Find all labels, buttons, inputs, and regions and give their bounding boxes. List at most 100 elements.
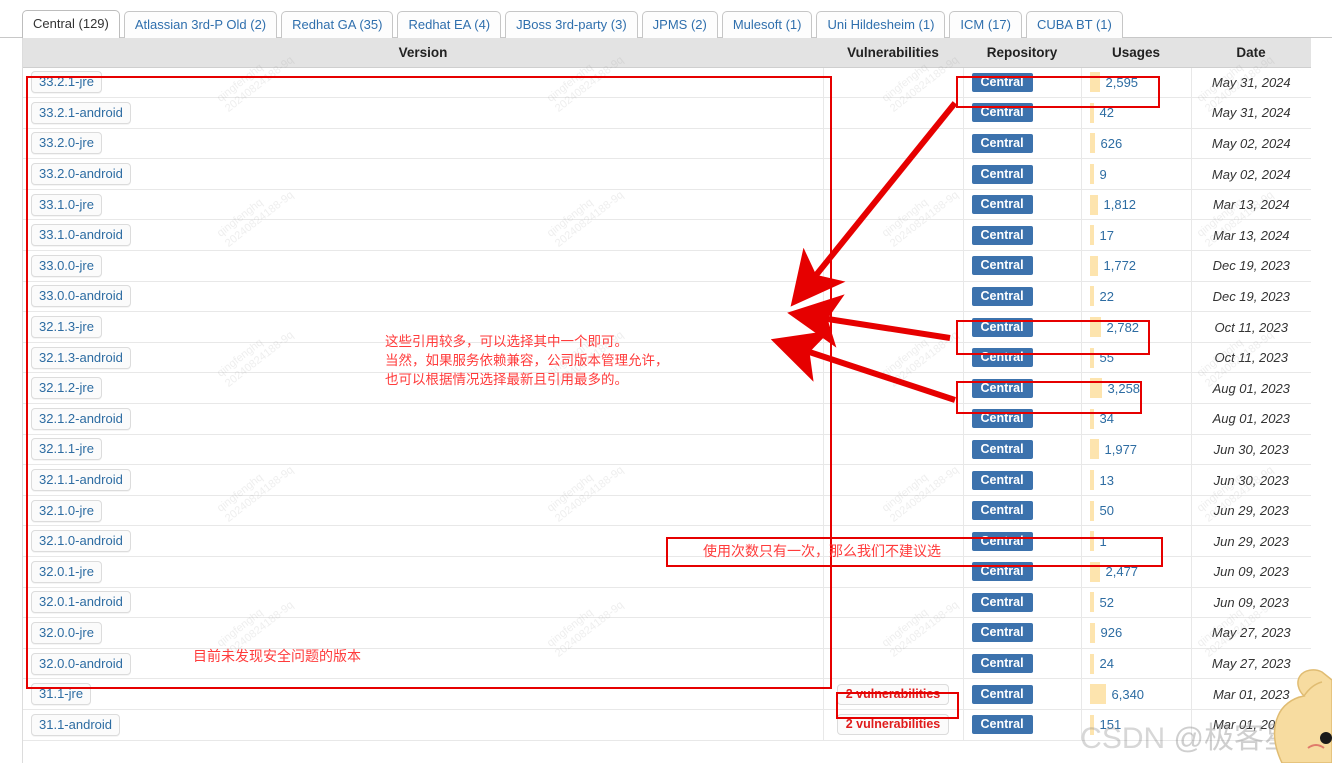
- tab-central-129[interactable]: Central (129): [22, 10, 120, 38]
- repository-badge[interactable]: Central: [971, 623, 1033, 643]
- vulnerability-badge[interactable]: 2 vulnerabilities: [836, 683, 950, 705]
- usage-count-link[interactable]: 151: [1100, 717, 1122, 732]
- usages-cell: 24: [1081, 648, 1192, 680]
- version-link[interactable]: 33.2.1-jre: [31, 71, 102, 94]
- vulnerabilities-cell: [823, 281, 964, 313]
- usage-count-link[interactable]: 2,477: [1106, 564, 1139, 579]
- usage-count-link[interactable]: 1,812: [1104, 197, 1137, 212]
- tab-atlassian-3rd-p-old-2[interactable]: Atlassian 3rd-P Old (2): [123, 11, 278, 38]
- usage-count-link[interactable]: 17: [1100, 228, 1114, 243]
- version-link[interactable]: 33.2.0-android: [31, 163, 131, 186]
- usages-cell: 626: [1081, 128, 1192, 160]
- tab-redhat-ga-35[interactable]: Redhat GA (35): [281, 11, 394, 38]
- usage-bar-indicator: [1089, 561, 1100, 582]
- version-link[interactable]: 32.0.1-jre: [31, 560, 102, 583]
- usage-count-link[interactable]: 2,782: [1107, 320, 1140, 335]
- column-header-repository[interactable]: Repository: [963, 38, 1081, 68]
- version-link[interactable]: 33.1.0-jre: [31, 193, 102, 216]
- vulnerabilities-cell: [823, 525, 964, 557]
- repository-badge[interactable]: Central: [971, 133, 1033, 153]
- usage-count-link[interactable]: 50: [1100, 503, 1114, 518]
- repository-badge[interactable]: Central: [971, 531, 1033, 551]
- version-cell: 32.0.1-android: [23, 587, 824, 619]
- version-link[interactable]: 33.0.0-jre: [31, 254, 102, 277]
- repository-badge[interactable]: Central: [971, 195, 1033, 215]
- usage-count-link[interactable]: 1: [1100, 534, 1107, 549]
- usage-count-link[interactable]: 13: [1100, 473, 1114, 488]
- usage-count-link[interactable]: 9: [1100, 167, 1107, 182]
- usage-count-link[interactable]: 926: [1101, 625, 1123, 640]
- tab-jboss-3rd-party-3[interactable]: JBoss 3rd-party (3): [505, 11, 638, 38]
- column-header-vulnerabilities[interactable]: Vulnerabilities: [823, 38, 963, 68]
- repository-badge[interactable]: Central: [971, 256, 1033, 276]
- repository-badge[interactable]: Central: [971, 684, 1033, 704]
- version-link[interactable]: 31.1-android: [31, 713, 120, 736]
- tab-mulesoft-1[interactable]: Mulesoft (1): [721, 11, 813, 38]
- version-link[interactable]: 32.1.0-jre: [31, 499, 102, 522]
- usage-bar-indicator: [1089, 225, 1094, 246]
- versions-table-container: Version Vulnerabilities Repository Usage…: [22, 38, 1311, 763]
- usage-count-link[interactable]: 6,340: [1112, 687, 1145, 702]
- repository-badge[interactable]: Central: [971, 715, 1033, 735]
- repository-badge[interactable]: Central: [971, 164, 1033, 184]
- repository-badge[interactable]: Central: [971, 439, 1033, 459]
- usage-count-link[interactable]: 24: [1100, 656, 1114, 671]
- repository-badge[interactable]: Central: [971, 654, 1033, 674]
- version-link[interactable]: 32.1.1-jre: [31, 438, 102, 461]
- vulnerabilities-cell: [823, 250, 964, 282]
- repository-badge[interactable]: Central: [971, 378, 1033, 398]
- repository-cell: Central: [963, 158, 1082, 190]
- usage-bar-indicator: [1089, 72, 1100, 93]
- version-link[interactable]: 33.1.0-android: [31, 224, 131, 247]
- column-header-version[interactable]: Version: [23, 38, 823, 68]
- column-header-date[interactable]: Date: [1191, 38, 1311, 68]
- usage-count-link[interactable]: 42: [1100, 105, 1114, 120]
- version-link[interactable]: 33.0.0-android: [31, 285, 131, 308]
- vulnerabilities-cell: [823, 403, 964, 435]
- usage-count-link[interactable]: 22: [1100, 289, 1114, 304]
- tab-icm-17[interactable]: ICM (17): [949, 11, 1022, 38]
- tab-redhat-ea-4[interactable]: Redhat EA (4): [397, 11, 502, 38]
- usage-count-link[interactable]: 1,772: [1104, 258, 1137, 273]
- date-cell: Mar 13, 2024: [1191, 219, 1311, 252]
- tab-cuba-bt-1[interactable]: CUBA BT (1): [1025, 11, 1123, 38]
- version-link[interactable]: 33.2.0-jre: [31, 132, 102, 155]
- repository-badge[interactable]: Central: [971, 103, 1033, 123]
- version-link[interactable]: 32.1.2-android: [31, 407, 131, 430]
- usage-count-link[interactable]: 34: [1100, 411, 1114, 426]
- repository-badge[interactable]: Central: [971, 562, 1033, 582]
- repository-badge[interactable]: Central: [971, 286, 1033, 306]
- usage-count-link[interactable]: 52: [1100, 595, 1114, 610]
- repository-badge[interactable]: Central: [971, 348, 1033, 368]
- date-cell: Dec 19, 2023: [1191, 281, 1311, 313]
- version-link[interactable]: 33.2.1-android: [31, 101, 131, 124]
- repository-badge[interactable]: Central: [971, 592, 1033, 612]
- repository-badge[interactable]: Central: [971, 317, 1033, 337]
- version-link[interactable]: 32.1.2-jre: [31, 377, 102, 400]
- usages-cell: 2,477: [1081, 556, 1192, 588]
- table-row: 32.1.2-android Central 34 Aug 01, 2023: [23, 403, 1311, 435]
- repository-badge[interactable]: Central: [971, 501, 1033, 521]
- date-cell: Jun 09, 2023: [1191, 556, 1311, 588]
- version-link[interactable]: 32.0.1-android: [31, 591, 131, 614]
- version-link[interactable]: 32.1.1-android: [31, 469, 131, 492]
- column-header-usages[interactable]: Usages: [1081, 38, 1191, 68]
- usage-count-link[interactable]: 1,977: [1105, 442, 1138, 457]
- usage-count-link[interactable]: 626: [1101, 136, 1123, 151]
- repository-badge[interactable]: Central: [971, 470, 1033, 490]
- repository-badge[interactable]: Central: [971, 409, 1033, 429]
- usage-count-link[interactable]: 55: [1100, 350, 1114, 365]
- usage-count-link[interactable]: 2,595: [1106, 75, 1139, 90]
- repository-badge[interactable]: Central: [971, 225, 1033, 245]
- version-link[interactable]: 32.1.3-jre: [31, 316, 102, 339]
- version-link[interactable]: 31.1-jre: [31, 683, 92, 706]
- version-link[interactable]: 32.1.3-android: [31, 346, 131, 369]
- usage-count-link[interactable]: 3,258: [1108, 381, 1141, 396]
- version-link[interactable]: 32.0.0-android: [31, 652, 131, 675]
- version-link[interactable]: 32.0.0-jre: [31, 621, 102, 644]
- tab-uni-hildesheim-1[interactable]: Uni Hildesheim (1): [816, 11, 946, 38]
- repository-badge[interactable]: Central: [971, 72, 1033, 92]
- version-link[interactable]: 32.1.0-android: [31, 530, 131, 553]
- tab-jpms-2[interactable]: JPMS (2): [641, 11, 718, 38]
- vulnerability-badge[interactable]: 2 vulnerabilities: [836, 714, 950, 736]
